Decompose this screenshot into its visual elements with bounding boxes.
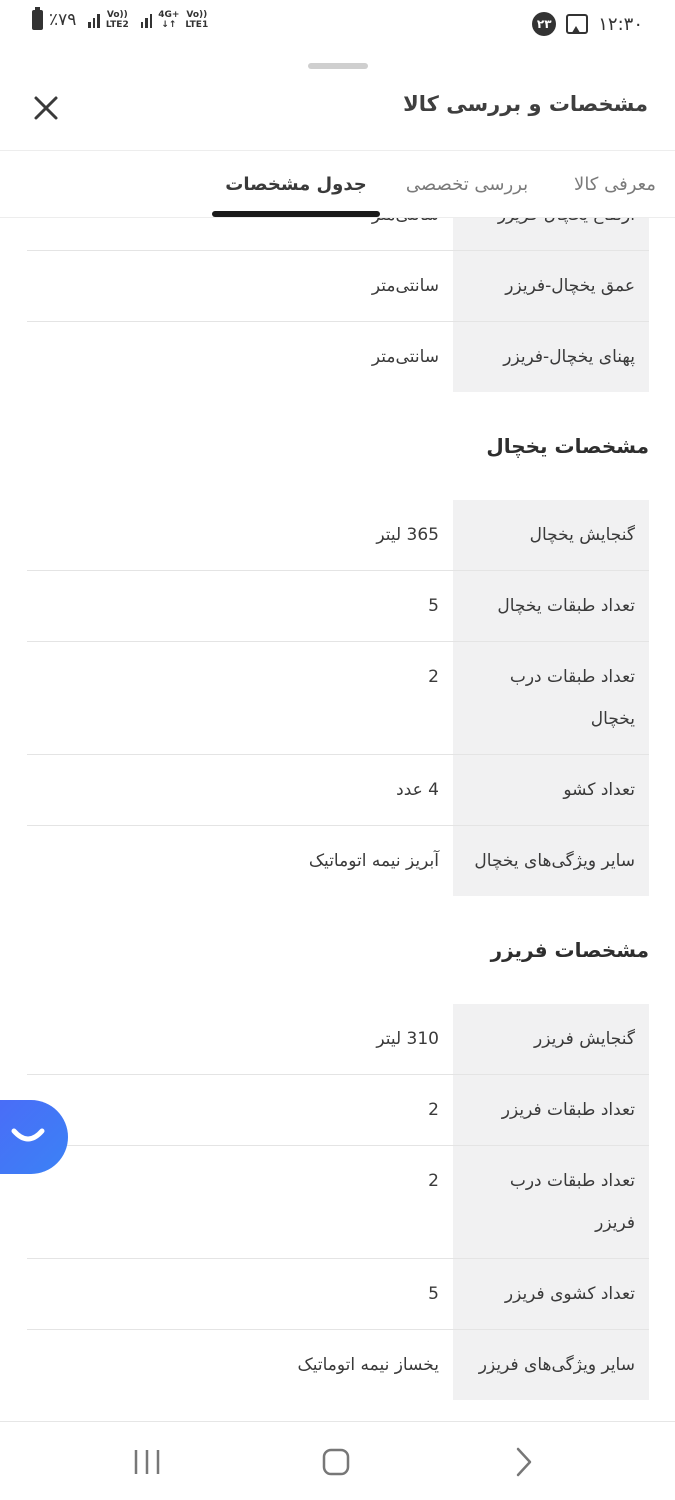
recent-apps-icon [134, 1450, 160, 1474]
spec-key: تعداد طبقات درب فریزر [453, 1146, 649, 1258]
close-button[interactable] [30, 92, 62, 124]
gallery-icon [566, 14, 589, 34]
spec-value: 2 [428, 1100, 439, 1120]
table-row: گنجایش یخچال 365 لیتر [27, 500, 649, 571]
tab-expert-review[interactable]: بررسی تخصصی [387, 150, 547, 218]
spec-key: تعداد طبقات درب یخچال [453, 642, 649, 754]
table-row: عمق یخچال-فریزر سانتی‌متر [27, 251, 649, 322]
table-row: تعداد طبقات یخچال 5 [27, 571, 649, 642]
system-nav-bar [0, 1422, 675, 1500]
clock: ۱۲:۳۰ [598, 13, 643, 35]
signal-icon [140, 12, 153, 28]
table-row: پهنای یخچال-فریزر سانتی‌متر [27, 322, 649, 392]
tab-bar: معرفی کالا بررسی تخصصی جدول مشخصات [0, 150, 675, 218]
table-row: ارتفاع یخچال-فریزر سانتی‌متر [27, 218, 649, 251]
table-row: گنجایش فریزر 310 لیتر [27, 1004, 649, 1075]
battery-percent: ٪۷۹ [49, 10, 77, 30]
spec-key: ارتفاع یخچال-فریزر [453, 218, 649, 250]
battery-icon [32, 7, 43, 30]
table-row: تعداد طبقات فریزر 2 [27, 1075, 649, 1146]
spec-key: گنجایش فریزر [453, 1004, 649, 1074]
spec-value: سانتی‌متر [27, 218, 453, 250]
table-row: سایر ویژگی‌های یخچال آبریز نیمه اتوماتیک [27, 826, 649, 896]
spec-value: 310 لیتر [376, 1029, 439, 1049]
table-row: سایر ویژگی‌های فریزر یخساز نیمه اتوماتیک [27, 1330, 649, 1400]
back-chevron-icon [516, 1447, 532, 1477]
status-bar: ٪۷۹ Vo)) LTE2 4G+ ↓↑ Vo)) LTE1 ۲۳ ۱۲:۳۰ [0, 0, 675, 50]
network-label: LTE1 [185, 20, 209, 30]
spec-content-inner: ارتفاع یخچال-فریزر سانتی‌متر عمق یخچال-ف… [0, 218, 675, 1400]
freezer-table: گنجایش فریزر 310 لیتر تعداد طبقات فریزر … [27, 1004, 649, 1400]
spec-value: 5 [428, 1284, 439, 1304]
network-label: LTE2 [105, 20, 129, 30]
tab-spec-table[interactable]: جدول مشخصات [212, 150, 380, 218]
tab-product-intro[interactable]: معرفی کالا [555, 150, 675, 218]
network-lte1: Vo)) LTE1 [185, 10, 208, 30]
spec-key: سایر ویژگی‌های فریزر [453, 1330, 649, 1400]
spec-value: 4 عدد [396, 780, 439, 800]
section-title-freezer: مشخصات فریزر [490, 938, 649, 962]
spec-content[interactable]: ارتفاع یخچال-فریزر سانتی‌متر عمق یخچال-ف… [0, 218, 675, 1421]
spec-value: سانتی‌متر [371, 347, 439, 367]
spec-value: 365 لیتر [376, 525, 439, 545]
spec-value: آبریز نیمه اتوماتیک [308, 851, 439, 871]
spec-key: سایر ویژگی‌های یخچال [453, 826, 649, 896]
spec-key: تعداد کشوی فریزر [453, 1259, 649, 1329]
spec-value: سانتی‌متر [371, 276, 439, 296]
network-label: Vo)) [106, 10, 128, 20]
home-icon [322, 1448, 350, 1476]
fridge-table: گنجایش یخچال 365 لیتر تعداد طبقات یخچال … [27, 500, 649, 896]
drag-handle[interactable] [308, 63, 368, 69]
smile-chat-icon [11, 1128, 45, 1142]
network-label: ↓↑ [161, 20, 177, 30]
home-button[interactable] [316, 1444, 356, 1480]
sheet-title: مشخصات و بررسی کالا [403, 92, 648, 116]
spec-value: 2 [428, 667, 439, 687]
table-row: تعداد طبقات درب یخچال 2 [27, 642, 649, 755]
network-label: Vo)) [186, 10, 208, 20]
spec-key: تعداد کشو [453, 755, 649, 825]
spec-key: عمق یخچال-فریزر [453, 251, 649, 321]
status-right: ۲۳ ۱۲:۳۰ [532, 12, 643, 36]
spec-value: 5 [428, 596, 439, 616]
network-4g: 4G+ ↓↑ [158, 10, 179, 30]
network-lte2: Vo)) LTE2 [106, 10, 129, 30]
spec-value: 2 [428, 1171, 439, 1191]
dimensions-table: ارتفاع یخچال-فریزر سانتی‌متر عمق یخچال-ف… [27, 218, 649, 392]
status-left: ٪۷۹ Vo)) LTE2 4G+ ↓↑ Vo)) LTE1 [32, 7, 208, 30]
table-row: تعداد طبقات درب فریزر 2 [27, 1146, 649, 1259]
spec-key: تعداد طبقات یخچال [453, 571, 649, 641]
table-row: تعداد کشو 4 عدد [27, 755, 649, 826]
network-label: 4G+ [158, 10, 180, 20]
close-icon [34, 96, 58, 120]
spec-key: تعداد طبقات فریزر [453, 1075, 649, 1145]
section-title-fridge: مشخصات یخچال [486, 434, 649, 458]
spec-key: گنجایش یخچال [453, 500, 649, 570]
back-button[interactable] [502, 1444, 542, 1480]
spec-value: یخساز نیمه اتوماتیک [297, 1355, 439, 1375]
table-row: تعداد کشوی فریزر 5 [27, 1259, 649, 1330]
notification-badge: ۲۳ [532, 12, 557, 36]
recent-apps-button[interactable] [128, 1444, 168, 1480]
spec-key: پهنای یخچال-فریزر [453, 322, 649, 392]
signal-icon [88, 12, 100, 28]
